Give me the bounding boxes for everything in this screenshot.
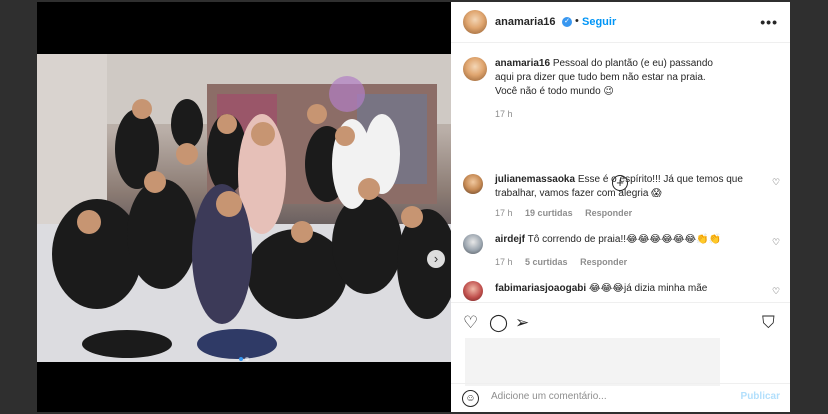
like-comment-heart-icon[interactable]: ♡ <box>772 237 780 248</box>
comment-text: fabimariasjoaogabi 😂😂😂já dizia minha mãe <box>495 282 765 296</box>
comment-time[interactable]: 17 h <box>495 208 513 218</box>
next-photo-button[interactable]: › <box>427 250 445 268</box>
caption-body-2: Você não é todo mundo 😉 <box>495 86 614 97</box>
reply-button[interactable]: Responder <box>585 208 632 218</box>
share-send-icon[interactable]: ➢ <box>515 313 529 333</box>
comment-body: Tô correndo de praia!!😂😂😂😂😂😂👏👏 <box>527 234 722 245</box>
carousel-dot <box>245 357 249 361</box>
comment-text: julianemassaoka Esse é o espírito!!! Já … <box>495 173 765 201</box>
caption-username[interactable]: anamaria16 <box>495 58 550 69</box>
follow-button[interactable]: Seguir <box>582 16 616 28</box>
comment-avatar[interactable] <box>463 234 483 254</box>
post-actions: ♡ ◯ ➢ ⛉ <box>451 302 790 343</box>
comment-avatar[interactable] <box>463 281 483 301</box>
comment-time[interactable]: 17 h <box>495 257 513 267</box>
comment-meta: 17 h 19 curtidas Responder <box>495 208 632 218</box>
carousel-indicator <box>37 348 451 366</box>
post-modal: › anamaria16 ✓ • Seguir ••• anamaria16 P… <box>37 2 790 412</box>
author-username[interactable]: anamaria16 <box>495 16 556 28</box>
more-horizontal-icon[interactable]: ••• <box>760 14 778 30</box>
verified-badge-icon: ✓ <box>562 17 572 27</box>
comment-likes[interactable]: 5 curtidas <box>525 257 568 267</box>
comment-username[interactable]: airdejf <box>495 234 525 245</box>
comment-username[interactable]: fabimariasjoaogabi <box>495 283 586 294</box>
comment-likes[interactable]: 19 curtidas <box>525 208 573 218</box>
reply-button[interactable]: Responder <box>580 257 627 267</box>
add-comment-input[interactable] <box>489 390 733 403</box>
save-bookmark-icon[interactable]: ⛉ <box>762 313 775 333</box>
separator-dot: • <box>575 15 579 27</box>
comment-bubble-icon[interactable]: ◯ <box>489 313 508 333</box>
likes-placeholder <box>465 338 720 386</box>
author-avatar[interactable] <box>463 10 487 34</box>
add-comment-bar: ☺ Publicar <box>451 383 790 413</box>
carousel-dot-active <box>239 357 243 361</box>
like-comment-heart-icon[interactable]: ♡ <box>772 286 780 297</box>
like-heart-icon[interactable]: ♡ <box>463 313 478 333</box>
comments-section[interactable]: anamaria16 Pessoal do plantão (e eu) pas… <box>451 43 790 301</box>
publish-button[interactable]: Publicar <box>741 391 780 402</box>
post-sidebar: anamaria16 ✓ • Seguir ••• anamaria16 Pes… <box>451 2 790 412</box>
comment-body: 😂😂😂já dizia minha mãe <box>588 283 708 294</box>
caption-avatar[interactable] <box>463 57 487 81</box>
comment-meta: 17 h 5 curtidas Responder <box>495 257 627 267</box>
post-photo[interactable]: › <box>37 54 451 362</box>
photo-illustration <box>37 54 451 362</box>
comment-text: airdejf Tô correndo de praia!!😂😂😂😂😂😂👏👏 <box>495 233 765 247</box>
emoji-icon[interactable]: ☺ <box>462 390 479 407</box>
like-comment-heart-icon[interactable]: ♡ <box>772 177 780 188</box>
comment-username[interactable]: julianemassaoka <box>495 174 575 185</box>
caption-time[interactable]: 17 h <box>495 109 513 119</box>
comment-avatar[interactable] <box>463 174 483 194</box>
post-header: anamaria16 ✓ • Seguir ••• <box>451 2 790 43</box>
caption-text: anamaria16 Pessoal do plantão (e eu) pas… <box>495 57 715 99</box>
